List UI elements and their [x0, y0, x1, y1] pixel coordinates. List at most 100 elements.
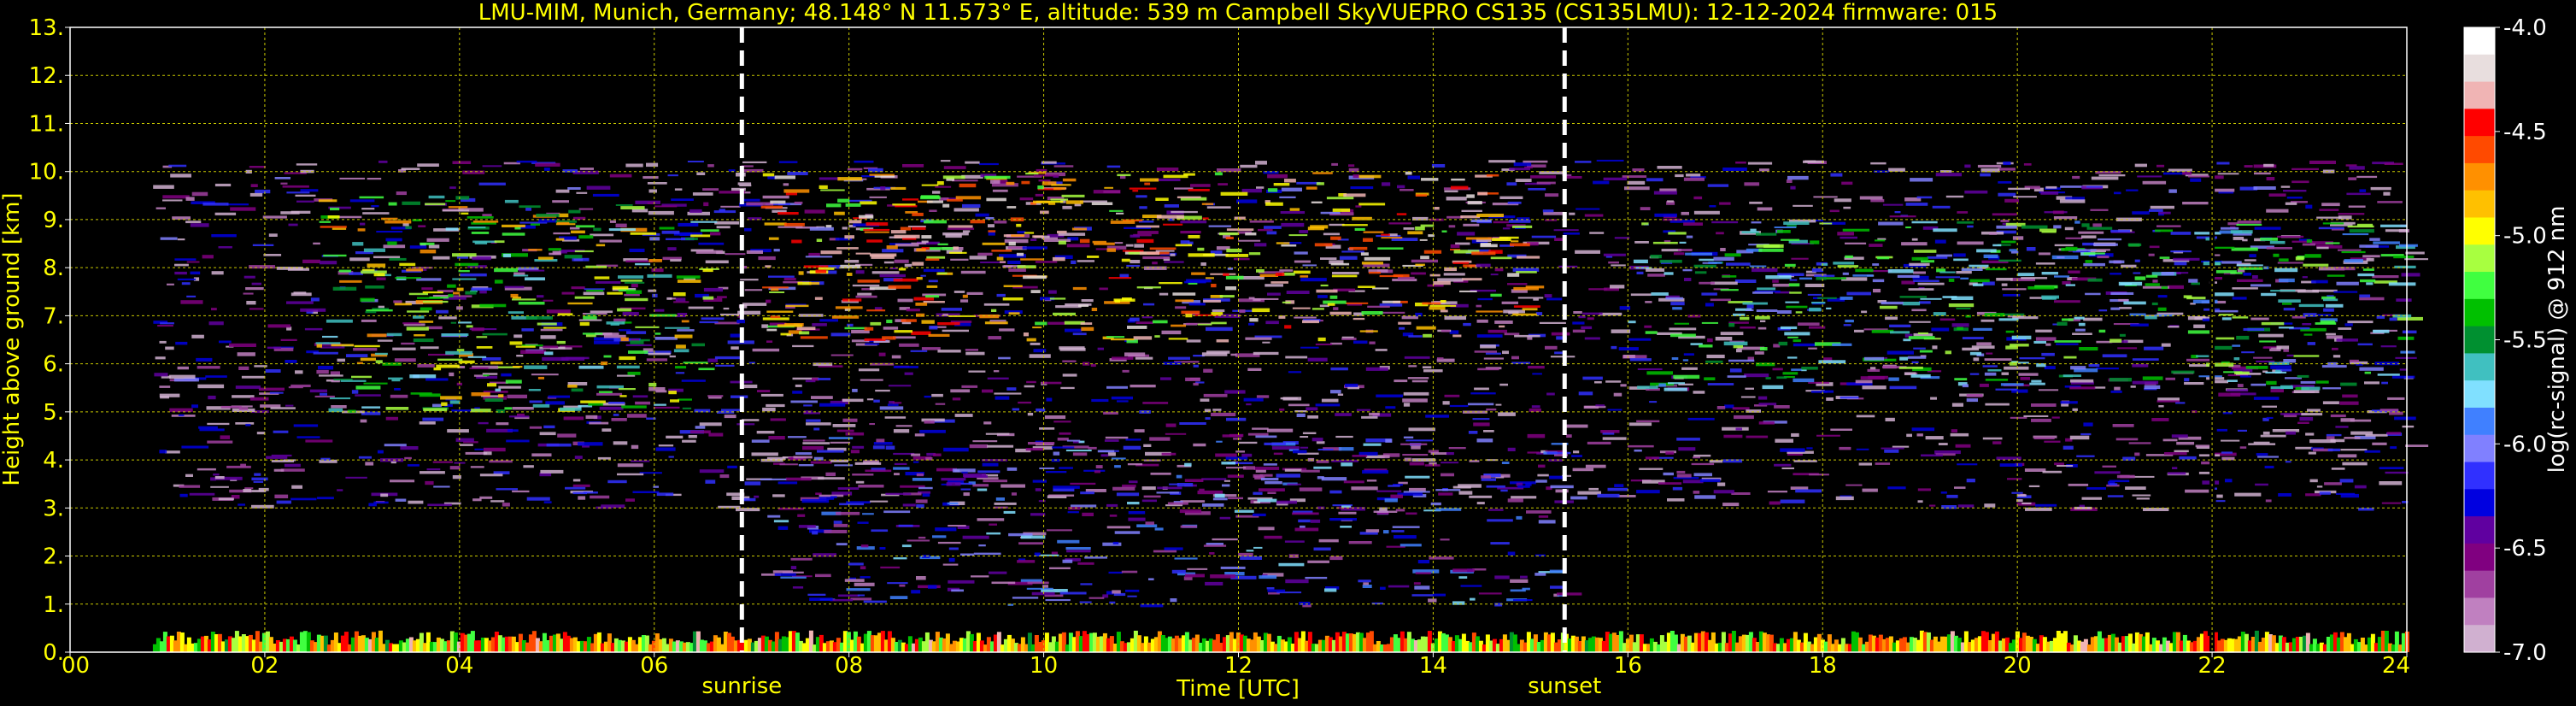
- signal-cell: [1106, 165, 1121, 168]
- signal-cell: [1603, 177, 1627, 180]
- signal-cell: [1281, 244, 1297, 247]
- signal-cell: [543, 351, 554, 356]
- signal-cell: [1933, 312, 1946, 316]
- signal-cell: [300, 308, 326, 312]
- signal-cell: [1450, 244, 1460, 248]
- signal-cell: [2232, 287, 2258, 290]
- signal-cell: [482, 214, 492, 216]
- signal-cell: [504, 285, 525, 289]
- signal-cell: [390, 394, 408, 398]
- signal-cell: [1358, 285, 1376, 288]
- signal-cell: [1819, 222, 1833, 225]
- signal-cell: [1281, 222, 1305, 227]
- y-tick-label: 9.: [43, 208, 64, 233]
- signal-cell: [1400, 443, 1428, 445]
- signal-cell: [1572, 329, 1586, 333]
- signal-cell: [1221, 462, 1236, 465]
- signal-cell: [1065, 200, 1083, 204]
- signal-cell: [800, 336, 828, 339]
- signal-cell: [751, 439, 770, 443]
- signal-cell: [2291, 168, 2319, 170]
- signal-cell: [1889, 385, 1917, 390]
- signal-cell: [571, 230, 585, 234]
- signal-cell: [1722, 503, 1740, 507]
- signal-cell: [1016, 252, 1024, 256]
- signal-cell: [484, 398, 503, 402]
- signal-cell: [1791, 257, 1809, 260]
- signal-cell: [1441, 329, 1450, 332]
- signal-cell: [532, 403, 550, 408]
- signal-cell: [2126, 189, 2139, 191]
- signal-cell: [1784, 332, 1810, 336]
- signal-cell: [942, 329, 969, 332]
- signal-cell: [2280, 385, 2293, 390]
- signal-cell: [1875, 462, 1891, 465]
- signal-cell: [2042, 470, 2063, 474]
- signal-cell: [571, 388, 584, 392]
- signal-cell: [1645, 301, 1652, 303]
- signal-cell: [844, 235, 854, 239]
- signal-cell: [2065, 237, 2083, 239]
- colorbar-swatch: [2464, 380, 2495, 409]
- signal-cell: [1529, 408, 1541, 412]
- signal-cell: [1983, 254, 1998, 258]
- signal-cell: [1691, 462, 1715, 466]
- signal-cell: [1161, 330, 1182, 335]
- signal-cell: [2336, 281, 2359, 285]
- signal-cell: [563, 416, 584, 421]
- signal-cell: [290, 210, 311, 214]
- signal-cell: [1855, 379, 1873, 384]
- signal-cell: [1225, 275, 1244, 279]
- signal-cell: [1206, 206, 1231, 209]
- signal-cell: [406, 327, 429, 331]
- signal-cell: [736, 423, 755, 426]
- signal-cell: [1908, 336, 1935, 339]
- signal-cell: [1966, 479, 1975, 483]
- signal-cell: [2380, 345, 2397, 348]
- signal-cell: [1973, 357, 1980, 362]
- signal-cell: [331, 344, 355, 347]
- signal-cell: [1358, 580, 1371, 583]
- signal-cell: [817, 450, 844, 453]
- signal-cell: [2364, 450, 2380, 453]
- signal-cell: [420, 307, 432, 311]
- signal-cell: [1476, 502, 1485, 505]
- signal-cell: [2026, 247, 2036, 251]
- signal-cell: [596, 244, 606, 247]
- signal-cell: [785, 304, 809, 308]
- signal-cell: [1117, 400, 1129, 403]
- signal-cell: [890, 186, 907, 190]
- signal-cell: [2098, 309, 2108, 312]
- signal-cell: [417, 163, 439, 167]
- signal-cell: [1663, 472, 1674, 476]
- signal-cell: [673, 349, 689, 353]
- signal-cell: [699, 469, 725, 474]
- signal-cell: [487, 383, 496, 387]
- signal-cell: [1039, 427, 1055, 430]
- signal-cell: [825, 472, 836, 477]
- signal-cell: [373, 501, 389, 504]
- signal-cell: [1452, 485, 1471, 489]
- signal-cell: [543, 327, 566, 329]
- signal-cell: [1365, 367, 1388, 371]
- signal-cell: [1246, 550, 1254, 552]
- signal-cell: [1294, 527, 1319, 532]
- signal-cell: [536, 214, 560, 217]
- signal-cell: [186, 261, 200, 263]
- signal-cell: [947, 502, 959, 505]
- signal-cell: [798, 525, 816, 528]
- signal-cell: [1288, 403, 1310, 407]
- signal-cell: [766, 299, 772, 303]
- signal-cell: [969, 444, 989, 449]
- signal-cell: [296, 200, 314, 203]
- signal-cell: [912, 212, 924, 216]
- signal-cell: [1423, 333, 1432, 338]
- signal-cell: [2323, 308, 2334, 312]
- signal-cell: [1459, 290, 1477, 292]
- signal-cell: [1637, 368, 1663, 370]
- signal-cell: [719, 474, 730, 479]
- signal-cell: [1729, 368, 1742, 373]
- signal-cell: [2114, 386, 2121, 391]
- ceilometer-chart: sunrise sunset00 02 04 06 08 10 12 14 16 18 20 22 24 …: [0, 0, 2576, 706]
- signal-cell: [1878, 221, 1904, 226]
